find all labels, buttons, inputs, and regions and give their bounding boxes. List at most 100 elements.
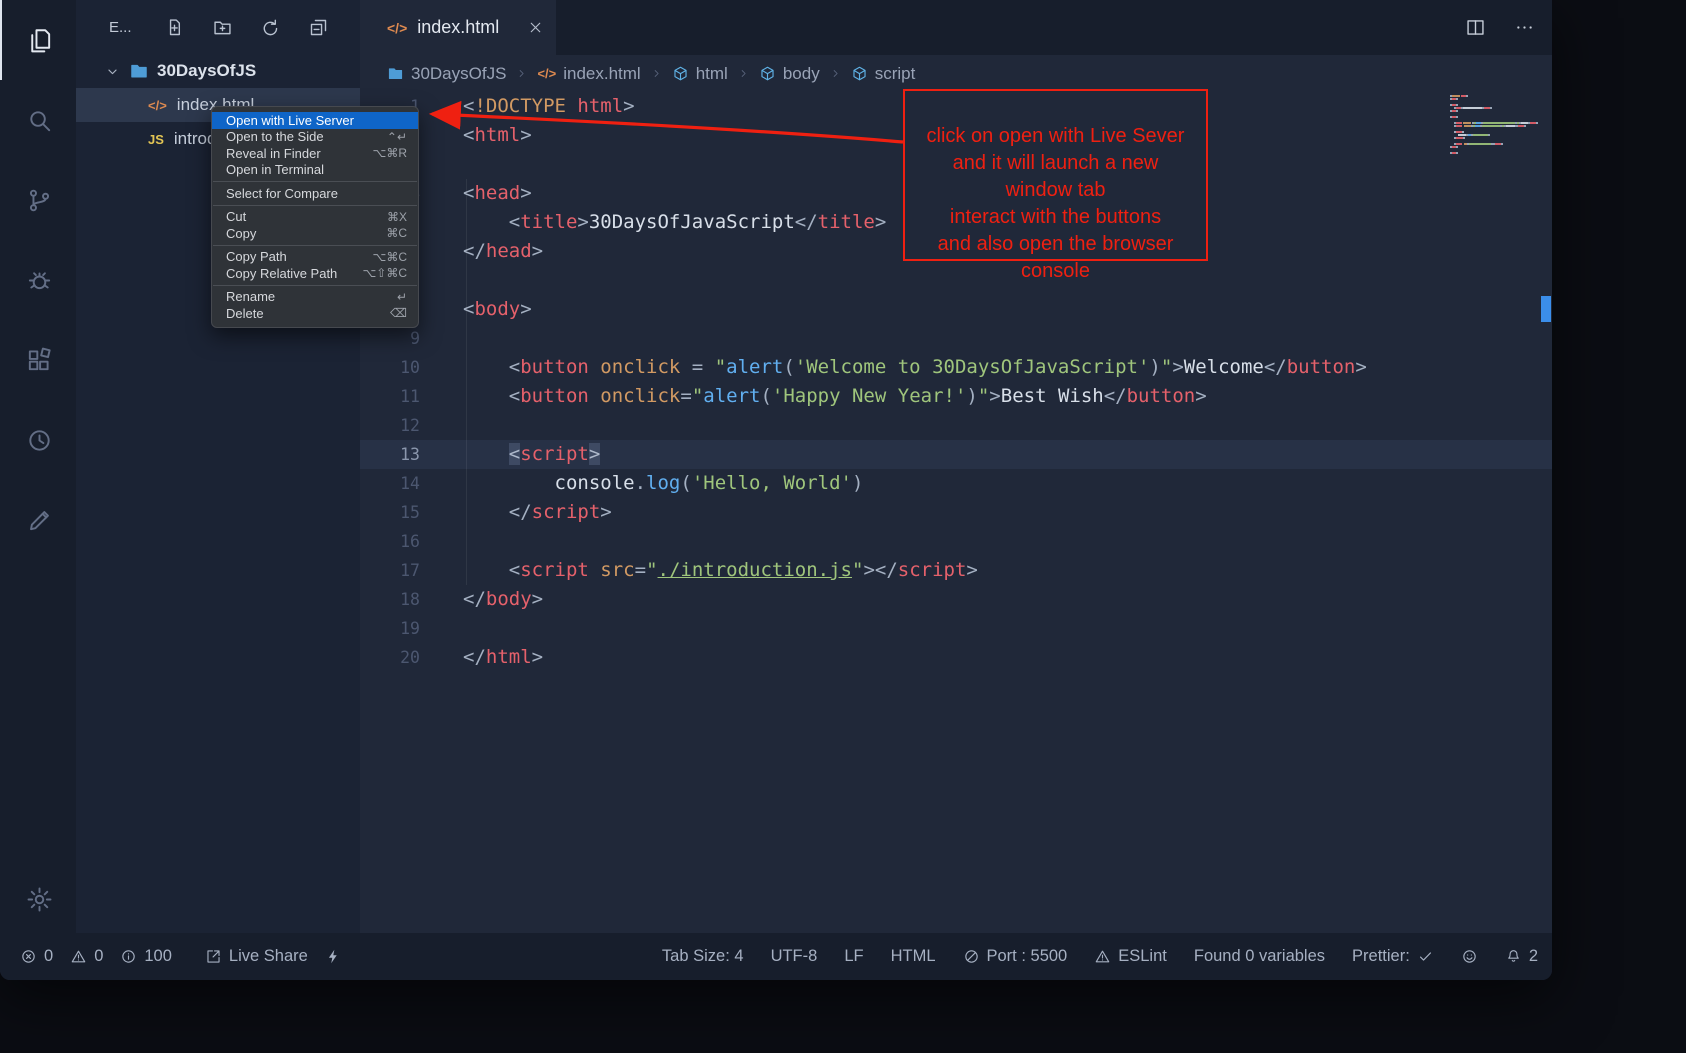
warning-icon [70,948,87,965]
line-number: 13 [360,440,420,469]
tab-index-html[interactable]: </> index.html [360,0,556,55]
minimap[interactable] [1450,95,1538,155]
line-text: <!DOCTYPE html> [420,92,635,121]
folder-root-30daysofjs[interactable]: 30DaysOfJS [76,54,360,88]
menu-item-open-in-terminal[interactable]: Open in Terminal [212,162,418,179]
menu-item-open-with-live-server[interactable]: Open with Live Server [212,112,418,129]
line-text [420,266,463,295]
status-prettier[interactable]: Prettier: [1352,947,1434,966]
status-bolt[interactable] [325,948,342,965]
line-number: 17 [360,556,420,585]
status-bar-right: Tab Size: 4 UTF-8 LF HTML Port : 5500 ESLint F… [662,947,1538,966]
breadcrumb-30daysofjs[interactable]: 30DaysOfJS [387,64,506,84]
code-line-15[interactable]: 15 </script> [360,498,1552,527]
code-line-17[interactable]: 17 <script src="./introduction.js"></scr… [360,556,1552,585]
activity-explorer-view[interactable] [0,0,76,80]
status-eol[interactable]: LF [844,947,863,966]
line-number: 11 [360,382,420,411]
activity-settings-view[interactable] [0,865,76,933]
menu-item-copy-relative-path[interactable]: Copy Relative Path⌥⇧⌘C [212,265,418,282]
bolt-icon [325,948,342,965]
activity-clock-view[interactable] [0,400,76,480]
line-text: <script> [420,440,600,469]
overview-ruler[interactable] [1540,92,1552,933]
breadcrumb-html[interactable]: html [672,64,728,84]
status-problems-errors[interactable]: 0 [20,947,53,966]
collapse-folders-icon[interactable] [308,17,329,38]
status-live-share[interactable]: Live Share [205,947,308,966]
menu-item-select-for-compare[interactable]: Select for Compare [212,185,418,202]
line-text [420,527,463,556]
status-language-mode[interactable]: HTML [891,947,936,966]
activity-source-control-view[interactable] [0,160,76,240]
activity-edit-view[interactable] [0,480,76,560]
split-editor-icon[interactable] [1465,17,1486,38]
code-line-18[interactable]: 18</body> [360,585,1552,614]
menu-item-cut[interactable]: Cut⌘X [212,209,418,226]
code-line-9[interactable]: 9 [360,324,1552,353]
line-number: 14 [360,469,420,498]
breadcrumb-index-html[interactable]: </>index.html [537,64,640,84]
html-file-icon: </> [387,20,407,36]
menu-item-reveal-in-finder[interactable]: Reveal in Finder⌥⌘R [212,145,418,162]
menu-item-rename[interactable]: Rename↵ [212,289,418,306]
status-found-variables[interactable]: Found 0 variables [1194,947,1325,966]
cube-icon [672,65,689,82]
code-line-20[interactable]: 20</html> [360,643,1552,672]
breadcrumb-script[interactable]: script [851,64,916,84]
line-text: console.log('Hello, World') [420,469,863,498]
breadcrumb-label: index.html [563,64,640,84]
status-label: Port : 5500 [987,947,1068,966]
chevron-right-icon [737,67,750,80]
breadcrumb: 30DaysOfJS </>index.html html body script [360,55,1552,92]
status-eslint[interactable]: ESLint [1094,947,1167,966]
activity-search-view[interactable] [0,80,76,160]
menu-item-copy[interactable]: Copy⌘C [212,225,418,242]
menu-item-open-to-the-side[interactable]: Open to the Side⌃↵ [212,129,418,146]
line-text: <html> [420,121,532,150]
new-file-icon[interactable] [164,17,185,38]
code-line-13[interactable]: 13 <script> [360,440,1552,469]
code-line-19[interactable]: 19 [360,614,1552,643]
code-line-12[interactable]: 12 [360,411,1552,440]
menu-item-keybinding: ⌫ [390,306,407,320]
menu-item-delete[interactable]: Delete⌫ [212,305,418,322]
error-icon [20,948,37,965]
more-actions-icon[interactable] [1514,17,1535,38]
status-bar-left: 00 100 Live Share [20,947,342,966]
close-tab-icon[interactable] [527,19,544,36]
line-text: <button onclick="alert('Happy New Year!'… [420,382,1207,411]
breadcrumb-body[interactable]: body [759,64,820,84]
source-control-icon [25,186,54,215]
status-label: LF [844,947,863,966]
line-text: </body> [420,585,543,614]
circle-slash-icon [963,948,980,965]
line-number: 18 [360,585,420,614]
refresh-icon[interactable] [260,17,281,38]
new-folder-icon[interactable] [212,17,233,38]
status-label: Prettier: [1352,947,1410,966]
activity-extensions-view[interactable] [0,320,76,400]
line-number: 19 [360,614,420,643]
status-info-count[interactable]: 100 [120,947,172,966]
menu-item-copy-path[interactable]: Copy Path⌥⌘C [212,249,418,266]
status-feedback-smiley[interactable] [1461,948,1478,965]
smiley-icon [1461,948,1478,965]
line-text: </script> [420,498,612,527]
menu-item-label: Copy Path [226,249,287,264]
status-problems-warnings[interactable]: 0 [70,947,103,966]
status-notifications-bell[interactable]: 2 [1505,947,1538,966]
status-label: UTF-8 [771,947,818,966]
check-icon [1417,948,1434,965]
code-line-10[interactable]: 10 <button onclick = "alert('Welcome to … [360,353,1552,382]
menu-item-keybinding: ⌘X [387,210,407,224]
status-tab-size[interactable]: Tab Size: 4 [662,947,744,966]
activity-run-debug-view[interactable] [0,240,76,320]
status-live-server-port[interactable]: Port : 5500 [963,947,1068,966]
status-encoding[interactable]: UTF-8 [771,947,818,966]
code-line-16[interactable]: 16 [360,527,1552,556]
code-line-14[interactable]: 14 console.log('Hello, World') [360,469,1552,498]
status-label: 0 [44,947,53,966]
code-line-11[interactable]: 11 <button onclick="alert('Happy New Yea… [360,382,1552,411]
status-label: Tab Size: 4 [662,947,744,966]
